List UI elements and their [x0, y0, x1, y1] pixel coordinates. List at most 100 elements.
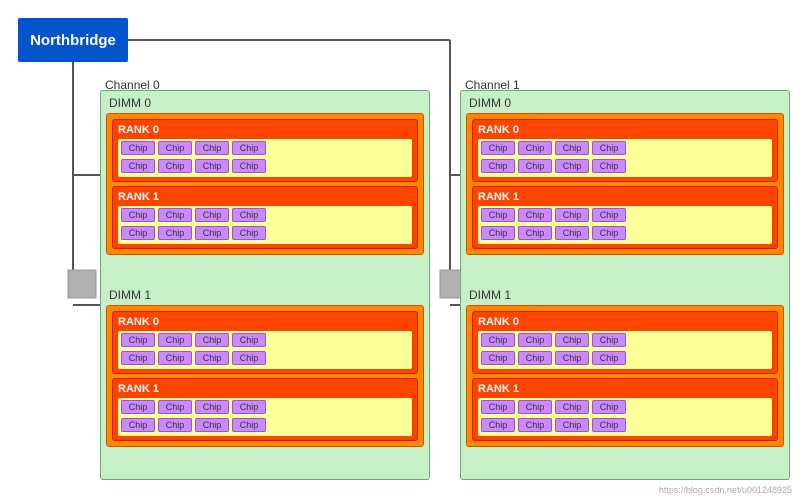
channel-0-dimm-1: DIMM 1 RANK 0 Chip Chip Chip Chip: [106, 288, 424, 475]
chip: Chip: [555, 418, 589, 432]
chip: Chip: [518, 400, 552, 414]
chip: Chip: [158, 159, 192, 173]
chip: Chip: [555, 208, 589, 222]
chip: Chip: [195, 400, 229, 414]
channel-1-dimm-1-rank-1-label: RANK 1: [478, 383, 772, 395]
chip-row: Chip Chip Chip Chip: [481, 226, 769, 240]
chip: Chip: [232, 226, 266, 240]
chip-row: Chip Chip Chip Chip: [481, 400, 769, 414]
chip: Chip: [592, 400, 626, 414]
chip: Chip: [481, 351, 515, 365]
channel-0-dimm-1-rank-0-label: RANK 0: [118, 316, 412, 328]
chip: Chip: [481, 333, 515, 347]
chip: Chip: [518, 418, 552, 432]
chip: Chip: [481, 418, 515, 432]
chip: Chip: [121, 418, 155, 432]
chip: Chip: [232, 333, 266, 347]
chip: Chip: [232, 351, 266, 365]
channel-1-dimm-0-label: DIMM 0: [466, 96, 784, 110]
channel-1-dimm-1-rank-0: RANK 0 Chip Chip Chip Chip Chip Chip: [472, 311, 778, 374]
chip: Chip: [592, 418, 626, 432]
chip: Chip: [518, 226, 552, 240]
chip-row: Chip Chip Chip Chip: [121, 159, 409, 173]
channel-0-inner: DIMM 0 RANK 0 Chip Chip Chip Chip: [101, 91, 429, 479]
channel-1-dimm-0-inner: RANK 0 Chip Chip Chip Chip Chip Chip: [466, 113, 784, 255]
channel-0-dimm-1-rank-0-chips: Chip Chip Chip Chip Chip Chip Chip Chip: [118, 331, 412, 369]
northbridge-label: Northbridge: [30, 32, 116, 49]
channel-0-dimm-0-inner: RANK 0 Chip Chip Chip Chip Chip Chip: [106, 113, 424, 255]
chip: Chip: [555, 351, 589, 365]
channel-1-dimm-1-rank-0-chips: Chip Chip Chip Chip Chip Chip Chip Chip: [478, 331, 772, 369]
channel-1-dimm-1: DIMM 1 RANK 0 Chip Chip Chip Chip: [466, 288, 784, 475]
channel-0-dimm-0-rank-0-chips: Chip Chip Chip Chip Chip Chip Chip Chip: [118, 139, 412, 177]
chip: Chip: [158, 141, 192, 155]
channel-0-dimm-0-rank-1-label: RANK 1: [118, 191, 412, 203]
channel-0-dimm-0-rank-1: RANK 1 Chip Chip Chip Chip Chip Chip: [112, 186, 418, 249]
channel-1-dimm-1-rank-1-chips: Chip Chip Chip Chip Chip Chip Chip Chip: [478, 398, 772, 436]
chip: Chip: [195, 351, 229, 365]
channel-0-dimm-0: DIMM 0 RANK 0 Chip Chip Chip Chip: [106, 96, 424, 283]
chip: Chip: [121, 333, 155, 347]
chip: Chip: [158, 418, 192, 432]
channel-1-box: DIMM 0 RANK 0 Chip Chip Chip Chip: [460, 90, 790, 480]
chip-row: Chip Chip Chip Chip: [121, 141, 409, 155]
chip: Chip: [555, 159, 589, 173]
chip: Chip: [592, 208, 626, 222]
chip: Chip: [195, 226, 229, 240]
chip: Chip: [121, 226, 155, 240]
chip: Chip: [481, 400, 515, 414]
chip: Chip: [518, 141, 552, 155]
chip: Chip: [232, 141, 266, 155]
channel-0-dimm-1-rank-1-label: RANK 1: [118, 383, 412, 395]
chip: Chip: [592, 351, 626, 365]
chip: Chip: [195, 141, 229, 155]
chip-row: Chip Chip Chip Chip: [481, 208, 769, 222]
chip: Chip: [121, 400, 155, 414]
chip: Chip: [481, 141, 515, 155]
chip: Chip: [195, 159, 229, 173]
chip: Chip: [592, 141, 626, 155]
chip: Chip: [158, 400, 192, 414]
chip: Chip: [481, 226, 515, 240]
channel-1-dimm-0-rank-1: RANK 1 Chip Chip Chip Chip Chip Chip: [472, 186, 778, 249]
channel-0-dimm-1-label: DIMM 1: [106, 288, 424, 302]
northbridge-box: Northbridge: [18, 18, 128, 62]
channel-0-dimm-0-rank-0-label: RANK 0: [118, 124, 412, 136]
chip: Chip: [555, 141, 589, 155]
chip-row: Chip Chip Chip Chip: [121, 418, 409, 432]
chip: Chip: [518, 351, 552, 365]
channel-1-dimm-1-label: DIMM 1: [466, 288, 784, 302]
chip: Chip: [518, 208, 552, 222]
chip: Chip: [481, 159, 515, 173]
chip: Chip: [158, 226, 192, 240]
chip-row: Chip Chip Chip Chip: [481, 141, 769, 155]
chip: Chip: [592, 333, 626, 347]
chip: Chip: [158, 351, 192, 365]
channel-0-dimm-0-rank-1-chips: Chip Chip Chip Chip Chip Chip Chip Chip: [118, 206, 412, 244]
channel-1-dimm-0-rank-0-chips: Chip Chip Chip Chip Chip Chip Chip Chip: [478, 139, 772, 177]
channel-0-dimm-1-rank-0: RANK 0 Chip Chip Chip Chip Chip Chip: [112, 311, 418, 374]
chip-row: Chip Chip Chip Chip: [481, 333, 769, 347]
channel-0-dimm-1-rank-1-chips: Chip Chip Chip Chip Chip Chip Chip Chip: [118, 398, 412, 436]
channel-0-dimm-1-rank-1: RANK 1 Chip Chip Chip Chip Chip Chip: [112, 378, 418, 441]
chip: Chip: [121, 159, 155, 173]
chip: Chip: [232, 400, 266, 414]
channel-1-inner: DIMM 0 RANK 0 Chip Chip Chip Chip: [461, 91, 789, 479]
channel-1-dimm-0-rank-0-label: RANK 0: [478, 124, 772, 136]
chip: Chip: [121, 141, 155, 155]
channel-0-box: DIMM 0 RANK 0 Chip Chip Chip Chip: [100, 90, 430, 480]
chip: Chip: [555, 226, 589, 240]
chip-row: Chip Chip Chip Chip: [121, 333, 409, 347]
chip: Chip: [555, 400, 589, 414]
chip: Chip: [195, 418, 229, 432]
chip: Chip: [592, 226, 626, 240]
chip: Chip: [481, 208, 515, 222]
watermark: https://blog.csdn.net/u001248925: [659, 485, 792, 495]
chip: Chip: [121, 208, 155, 222]
diagram-container: Northbridge Channel 0 DIMM 0 RANK 0 Chip…: [0, 0, 800, 503]
channel-1-dimm-0-rank-1-label: RANK 1: [478, 191, 772, 203]
channel-1-dimm-0-rank-1-chips: Chip Chip Chip Chip Chip Chip Chip Chip: [478, 206, 772, 244]
channel-1-dimm-0-rank-0: RANK 0 Chip Chip Chip Chip Chip Chip: [472, 119, 778, 182]
chip-row: Chip Chip Chip Chip: [481, 159, 769, 173]
chip: Chip: [555, 333, 589, 347]
